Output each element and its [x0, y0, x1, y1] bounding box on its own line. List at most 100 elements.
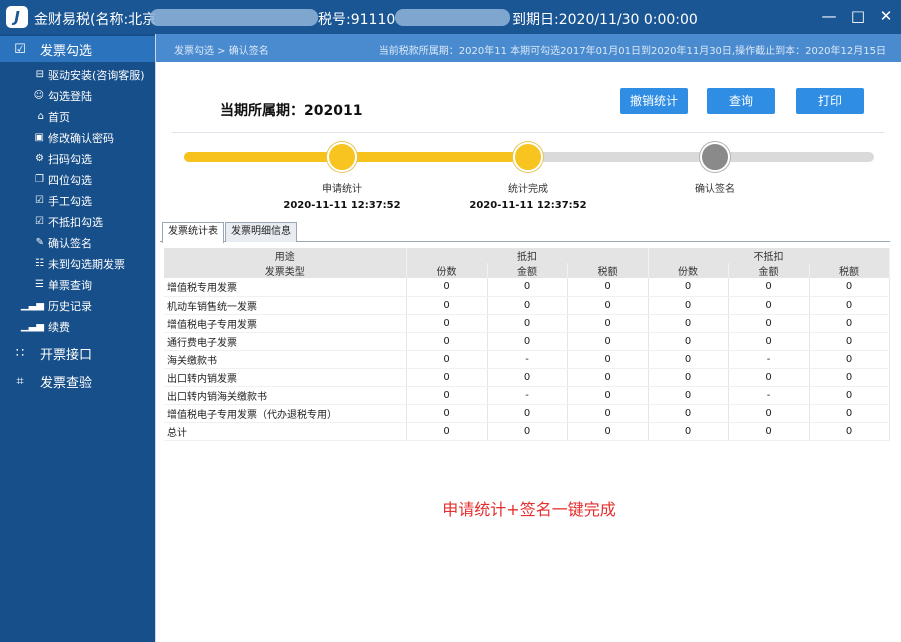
table-row[interactable]: 海关缴款书 0-0 0-0: [164, 350, 890, 369]
invoice-stat-table: 用途 抵扣 不抵扣 发票类型 份数 金额 税额 份数 金额 税额 增值税专用发票…: [164, 248, 890, 441]
tab-stat-table[interactable]: 发票统计表: [162, 222, 224, 243]
nav-invoice-select[interactable]: ☑ 发票勾选: [0, 36, 155, 62]
query-button[interactable]: 查询: [707, 88, 775, 114]
sidebar-item-label: 续费: [48, 320, 70, 334]
close-icon[interactable]: ✕: [874, 4, 898, 28]
value-cell: 0: [487, 314, 568, 333]
table-row[interactable]: 通行费电子发票 0 0 0 0 0 0: [164, 332, 890, 351]
step-label-complete: 统计完成: [508, 184, 548, 195]
sidebar-item-scan-select[interactable]: ⚙ 扫码勾选: [0, 148, 155, 169]
invoice-type-cell: 海关缴款书: [164, 350, 407, 369]
redacted-tax-number: [395, 9, 510, 26]
value-cell: 0: [809, 368, 890, 387]
table-row[interactable]: 增值税专用发票 0 0 0 0 0 0: [164, 278, 890, 297]
sidebar-item-label: 手工勾选: [48, 194, 92, 208]
value-cell: -: [728, 350, 810, 369]
redacted-company-name: [150, 9, 318, 26]
nondeduct-header: 不抵扣: [648, 248, 890, 263]
sidebar-item-history[interactable]: ▁▃▅ 历史记录: [0, 295, 155, 316]
value-cell: 0: [728, 296, 810, 315]
minimize-icon[interactable]: —: [817, 4, 841, 28]
step-dot-apply: [327, 142, 357, 172]
value-cell: 0: [567, 278, 649, 297]
value-cell: 0: [728, 314, 810, 333]
sidebar-item-label: 四位勾选: [48, 173, 92, 187]
sidebar-item-driver-install[interactable]: ⊟ 驱动安装(咨询客服): [0, 64, 155, 85]
invoice-type-cell: 增值税电子专用发票（代办退税专用）: [164, 404, 407, 423]
table-header-row: 用途 抵扣 不抵扣: [164, 248, 890, 263]
value-cell: 0: [406, 422, 488, 441]
sidebar-item-renewal[interactable]: ▁▃▅ 续费: [0, 316, 155, 337]
value-cell: 0: [809, 314, 890, 333]
check-icon: ☑: [35, 216, 44, 227]
sidebar-item-label: 勾选登陆: [48, 89, 92, 103]
invoice-type-cell: 增值税专用发票: [164, 278, 407, 297]
signature-icon: ✎: [35, 237, 44, 248]
deduct-header: 抵扣: [406, 248, 649, 263]
nav-invoice-verify[interactable]: ⌗ 发票查验: [0, 368, 155, 394]
sidebar-item-confirm-sign[interactable]: ✎ 确认签名: [0, 232, 155, 253]
value-cell: 0: [567, 422, 649, 441]
value-cell: 0: [648, 350, 729, 369]
sidebar-item-label: 历史记录: [48, 299, 92, 313]
column-header: 金额: [728, 263, 810, 278]
sidebar-item-four-digit-select[interactable]: ❐ 四位勾选: [0, 169, 155, 190]
table-row[interactable]: 总计 0 0 0 0 0 0: [164, 422, 890, 441]
sidebar-item-nondeduct-select[interactable]: ☑ 不抵扣勾选: [0, 211, 155, 232]
sidebar-item-label: 修改确认密码: [48, 131, 114, 145]
value-cell: 0: [809, 350, 890, 369]
table-row[interactable]: 增值税电子专用发票 0 0 0 0 0 0: [164, 314, 890, 333]
value-cell: 0: [487, 422, 568, 441]
column-header: 份数: [406, 263, 488, 278]
purpose-header: 用途: [164, 248, 407, 263]
search-doc-icon: ☰: [35, 279, 44, 290]
nav-invoice-api[interactable]: ∷ 开票接口: [0, 340, 155, 366]
promo-banner: 申请统计+签名一键完成: [442, 500, 616, 519]
invoice-type-cell: 增值税电子专用发票: [164, 314, 407, 333]
app-logo-icon: J: [6, 6, 28, 28]
sidebar-item-label: 驱动安装(咨询客服): [48, 68, 145, 82]
sidebar-item-login[interactable]: ☺ 勾选登陆: [0, 85, 155, 106]
nav-label: 发票勾选: [40, 43, 93, 59]
invoice-type-cell: 出口转内销发票: [164, 368, 407, 387]
revoke-stat-button[interactable]: 撤销统计: [620, 88, 688, 114]
step-dot-complete: [513, 142, 543, 172]
bar-chart-icon: ▁▃▅: [20, 300, 44, 311]
sidebar-item-pending-invoices[interactable]: ☷ 未到勾选期发票: [0, 253, 155, 274]
table-row[interactable]: 出口转内销海关缴款书 0-0 0-0: [164, 386, 890, 405]
value-cell: 0: [406, 368, 488, 387]
value-cell: 0: [648, 422, 729, 441]
value-cell: 0: [406, 350, 488, 369]
value-cell: 0: [728, 278, 810, 297]
sidebar-item-label: 扫码勾选: [48, 152, 92, 166]
value-cell: 0: [648, 296, 729, 315]
sidebar-item-home[interactable]: ⌂ 首页: [0, 106, 155, 127]
value-cell: 0: [406, 296, 488, 315]
step-time-apply: 2020-11-11 12:37:52: [283, 200, 401, 211]
divider: [172, 132, 884, 133]
table-row[interactable]: 增值税电子专用发票（代办退税专用） 0 0 0 0 0 0: [164, 404, 890, 423]
value-cell: 0: [648, 386, 729, 405]
value-cell: 0: [487, 368, 568, 387]
sidebar-item-single-query[interactable]: ☰ 单票查询: [0, 274, 155, 295]
value-cell: 0: [648, 278, 729, 297]
value-cell: 0: [406, 332, 488, 351]
title-bar: J 金财易税(名称:北京 税号:91110 到期日:2020/11/30 0:0…: [0, 0, 901, 34]
sidebar-item-change-password[interactable]: ▣ 修改确认密码: [0, 127, 155, 148]
sidebar-item-manual-select[interactable]: ☑ 手工勾选: [0, 190, 155, 211]
value-cell: 0: [648, 314, 729, 333]
value-cell: 0: [567, 296, 649, 315]
table-row[interactable]: 机动车销售统一发票 0 0 0 0 0 0: [164, 296, 890, 315]
table-row[interactable]: 出口转内销发票 0 0 0 0 0 0: [164, 368, 890, 387]
type-header: 发票类型: [164, 263, 407, 278]
maximize-icon[interactable]: □: [846, 4, 870, 28]
install-icon: ⊟: [35, 69, 44, 80]
value-cell: 0: [648, 404, 729, 423]
tab-detail-info[interactable]: 发票明细信息: [225, 222, 297, 242]
value-cell: -: [487, 386, 568, 405]
value-cell: 0: [567, 332, 649, 351]
period-title: 当期所属期：202011: [220, 100, 362, 120]
nav-label: 开票接口: [40, 347, 93, 363]
sidebar-item-label: 确认签名: [48, 236, 92, 250]
print-button[interactable]: 打印: [796, 88, 864, 114]
